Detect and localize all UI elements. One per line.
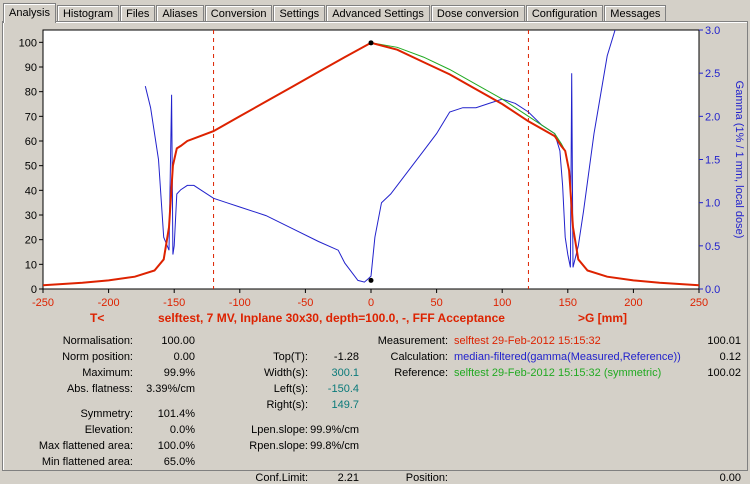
tab-histogram[interactable]: Histogram <box>56 5 120 22</box>
stat-label: Norm position: <box>62 351 133 363</box>
tab-settings[interactable]: Settings <box>273 5 326 22</box>
stat-label: Top(T): <box>273 351 308 363</box>
x-tick-label: -200 <box>98 297 120 309</box>
y-tick-label: 50 <box>25 161 37 173</box>
stat-value: 99.9%/cm <box>310 424 359 436</box>
stat-value: 100.0% <box>157 440 195 452</box>
min-gamma-dot <box>368 277 374 283</box>
stat-value: 0.00 <box>173 351 195 363</box>
stat-label: Symmetry: <box>80 408 133 420</box>
stat-label: Left(s): <box>273 383 308 395</box>
stat-label: Rpen.slope: <box>249 440 308 452</box>
y-tick-label: 40 <box>25 185 37 197</box>
x-tick-label: -50 <box>297 297 313 309</box>
stat-label: Measurement: <box>377 335 448 347</box>
stat-label: Right(s): <box>266 399 308 411</box>
left-marker-text: T< <box>90 311 104 325</box>
y-tick-label: 0 <box>31 284 37 296</box>
x-tick-label: -150 <box>163 297 185 309</box>
y-tick-label: 80 <box>25 87 37 99</box>
stat-value: 149.7 <box>331 399 359 411</box>
y-tick-label: 30 <box>25 210 37 222</box>
analysis-panel: 0 10 20 30 40 50 60 70 80 90 100 0.0 0.5 1.0 1.5 2.0 2.5… <box>2 21 748 484</box>
stat-value: 99.8%/cm <box>310 440 359 452</box>
stat-label: Normalisation: <box>62 335 133 347</box>
stat-value: 99.9% <box>163 367 195 379</box>
stat-label: Conf.Limit: <box>255 472 308 484</box>
stat-label: Calculation: <box>390 351 448 363</box>
stat-value: 300.1 <box>331 367 359 379</box>
stat-label: Max flattened area: <box>38 440 133 452</box>
y2-tick-label: 0.5 <box>705 241 720 253</box>
y2-tick-label: 3.0 <box>705 25 720 37</box>
y2-tick-label: 1.5 <box>705 155 720 167</box>
stat-label: Lpen.slope: <box>251 424 308 436</box>
stat-text: median-filtered(gamma(Measured,Reference… <box>454 351 681 363</box>
stat-label: Width(s): <box>264 367 308 379</box>
x-tick-label: 200 <box>624 297 642 309</box>
stat-label: Elevation: <box>84 424 133 436</box>
stat-value: 2.21 <box>337 472 359 484</box>
max-point-dot <box>368 40 374 46</box>
x-tick-label: 50 <box>430 297 442 309</box>
plot-area <box>42 29 700 290</box>
y-tick-label: 20 <box>25 235 37 247</box>
y-tick-label: 10 <box>25 259 37 271</box>
x-tick-label: 250 <box>690 297 708 309</box>
right-marker-text: >G [mm] <box>578 311 627 325</box>
tab-configuration[interactable]: Configuration <box>525 5 604 22</box>
stat-text: selftest 29-Feb-2012 15:15:32 <box>454 335 601 347</box>
tab-bar: Analysis Histogram Files Aliases Conversion S… <box>3 3 667 23</box>
stat-value: -1.28 <box>333 351 359 363</box>
tab-messages[interactable]: Messages <box>604 5 667 22</box>
stat-value: 0.0% <box>169 424 195 436</box>
stat-value: 101.4% <box>157 408 195 420</box>
x-tick-label: -100 <box>229 297 251 309</box>
tab-conversion[interactable]: Conversion <box>204 5 273 22</box>
tab-dose-conversion[interactable]: Dose conversion <box>430 5 525 22</box>
y-tick-label: 100 <box>19 37 37 49</box>
y-tick-label: 60 <box>25 136 37 148</box>
stat-value: 100.02 <box>707 367 741 379</box>
x-tick-label: 0 <box>368 297 374 309</box>
tab-advanced-settings[interactable]: Advanced Settings <box>326 5 430 22</box>
stat-text: selftest 29-Feb-2012 15:15:32 (symmetric… <box>454 367 662 379</box>
x-tick-label: 150 <box>559 297 577 309</box>
profile-chart: 0 10 20 30 40 50 60 70 80 90 100 0.0 0.5 1.0 1.5 2.0 2.5… <box>19 25 745 325</box>
stat-label: Min flattened area: <box>41 456 133 468</box>
y-tick-label: 70 <box>25 111 37 123</box>
stat-value: -150.4 <box>327 383 359 395</box>
stat-value: 0.12 <box>719 351 741 363</box>
tab-files[interactable]: Files <box>120 5 156 22</box>
y2-tick-label: 2.0 <box>705 111 720 123</box>
y-tick-label: 90 <box>25 62 37 74</box>
stat-value: 0.00 <box>719 472 741 484</box>
stat-value: 100.01 <box>707 335 741 347</box>
stat-label: Position: <box>405 472 448 484</box>
stat-label: Reference: <box>394 367 448 379</box>
stat-value: 65.0% <box>163 456 195 468</box>
stat-value: 3.39%/cm <box>146 383 195 395</box>
x-tick-label: 100 <box>493 297 511 309</box>
stat-label: Abs. flatness: <box>66 383 133 395</box>
chart-title: selftest, 7 MV, Inplane 30x30, depth=100… <box>158 311 505 325</box>
tab-analysis[interactable]: Analysis <box>3 3 56 23</box>
y2-tick-label: 0.0 <box>705 284 720 296</box>
y2-axis-label: Gamma (1% / 1 mm, local dose) <box>733 81 745 239</box>
y2-tick-label: 2.5 <box>705 68 720 80</box>
tab-aliases[interactable]: Aliases <box>156 5 204 22</box>
x-tick-label: -250 <box>32 297 54 309</box>
stat-value: 100.00 <box>161 335 195 347</box>
stat-label: Maximum: <box>82 367 133 379</box>
y2-tick-label: 1.0 <box>705 198 720 210</box>
